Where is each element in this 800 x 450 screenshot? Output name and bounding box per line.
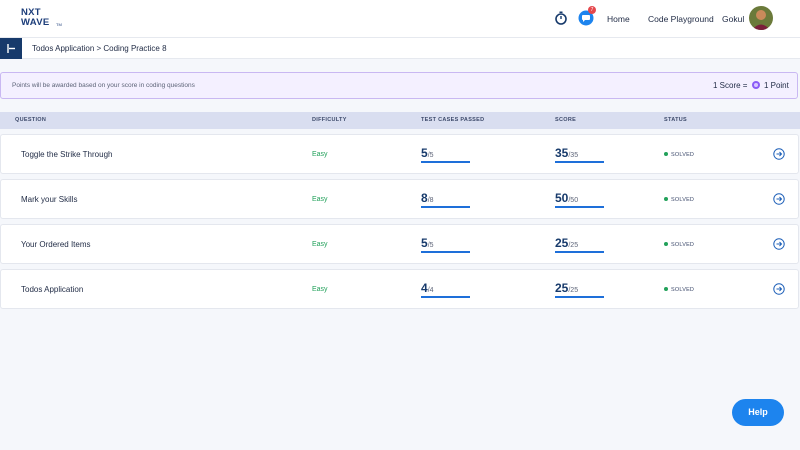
coin-icon <box>751 81 760 89</box>
score-max: /50 <box>568 197 579 204</box>
question-name[interactable]: Your Ordered Items <box>21 240 91 249</box>
test-cases-progress-bar <box>421 206 470 208</box>
logo-trademark: TM <box>56 22 62 27</box>
test-cases-progress-bar <box>421 296 470 298</box>
score-progress-bar <box>555 161 604 163</box>
arrow-right-circle-icon[interactable] <box>773 283 785 295</box>
score-earned: 35 <box>555 146 569 160</box>
status-dot <box>664 242 668 246</box>
test-cases-passed: 4/4 <box>421 281 434 295</box>
point-label: 1 Point <box>763 81 789 90</box>
question-name[interactable]: Todos Application <box>21 285 83 294</box>
nxtwave-logo[interactable]: NXT WAVE TM <box>21 8 69 32</box>
passed-count: 4 <box>421 281 428 295</box>
difficulty-label: Easy <box>312 241 328 248</box>
status-text: SOLVED <box>671 197 695 203</box>
score-max: /35 <box>568 152 579 159</box>
arrow-right-circle-icon[interactable] <box>773 148 785 160</box>
status-badge: SOLVED <box>664 287 694 293</box>
status-text: SOLVED <box>671 287 695 293</box>
status-dot <box>664 197 668 201</box>
score-value: 25/25 <box>555 281 578 295</box>
score-progress-bar <box>555 251 604 253</box>
score-progress-bar <box>555 206 604 208</box>
status-badge: SOLVED <box>664 242 694 248</box>
notification-badge: 7 <box>588 6 596 14</box>
nav-link-home[interactable]: Home <box>607 14 630 24</box>
question-name[interactable]: Toggle the Strike Through <box>21 150 112 159</box>
arrow-right-circle-icon[interactable] <box>773 238 785 250</box>
test-cases-passed: 5/5 <box>421 146 434 160</box>
points-conversion: 1 Score = 1 Point <box>713 81 789 90</box>
nav-link-code-playground[interactable]: Code Playground <box>648 14 714 24</box>
total-cases: /8 <box>427 197 434 204</box>
score-value: 35/35 <box>555 146 578 160</box>
stopwatch-icon[interactable] <box>554 11 568 25</box>
difficulty-label: Easy <box>312 286 328 293</box>
difficulty-label: Easy <box>312 196 328 203</box>
score-earned: 50 <box>555 191 569 205</box>
score-earned: 25 <box>555 236 569 250</box>
total-cases: /5 <box>427 152 434 159</box>
breadcrumb[interactable]: Todos Application > Coding Practice 8 <box>32 44 167 53</box>
status-dot <box>664 287 668 291</box>
score-earned: 25 <box>555 281 569 295</box>
score-value: 25/25 <box>555 236 578 250</box>
status-badge: SOLVED <box>664 152 694 158</box>
help-button[interactable]: Help <box>732 399 784 426</box>
column-header-status: STATUS <box>664 117 687 123</box>
status-text: SOLVED <box>671 152 695 158</box>
passed-count: 8 <box>421 191 428 205</box>
user-name[interactable]: Gokul <box>722 14 744 24</box>
passed-count: 5 <box>421 146 428 160</box>
total-cases: /4 <box>427 287 434 294</box>
sidebar-toggle-icon[interactable] <box>0 38 22 59</box>
column-header-score: SCORE <box>555 117 577 123</box>
total-cases: /5 <box>427 242 434 249</box>
difficulty-label: Easy <box>312 151 328 158</box>
column-header-test-cases: TEST CASES PASSED <box>421 117 485 123</box>
column-header-difficulty: DIFFICULTY <box>312 117 347 123</box>
user-avatar[interactable] <box>749 6 773 30</box>
question-name[interactable]: Mark your Skills <box>21 195 77 204</box>
score-progress-bar <box>555 296 604 298</box>
score-max: /25 <box>568 242 579 249</box>
logo-text-line2: WAVE <box>21 17 50 28</box>
score-label: 1 Score = <box>713 81 748 90</box>
test-cases-passed: 8/8 <box>421 191 434 205</box>
points-info-text: Points will be awarded based on your sco… <box>12 82 195 89</box>
test-cases-progress-bar <box>421 161 470 163</box>
arrow-right-circle-icon[interactable] <box>773 193 785 205</box>
passed-count: 5 <box>421 236 428 250</box>
test-cases-progress-bar <box>421 251 470 253</box>
column-header-question: QUESTION <box>15 117 47 123</box>
status-text: SOLVED <box>671 242 695 248</box>
test-cases-passed: 5/5 <box>421 236 434 250</box>
status-dot <box>664 152 668 156</box>
score-max: /25 <box>568 287 579 294</box>
score-value: 50/50 <box>555 191 578 205</box>
status-badge: SOLVED <box>664 197 694 203</box>
